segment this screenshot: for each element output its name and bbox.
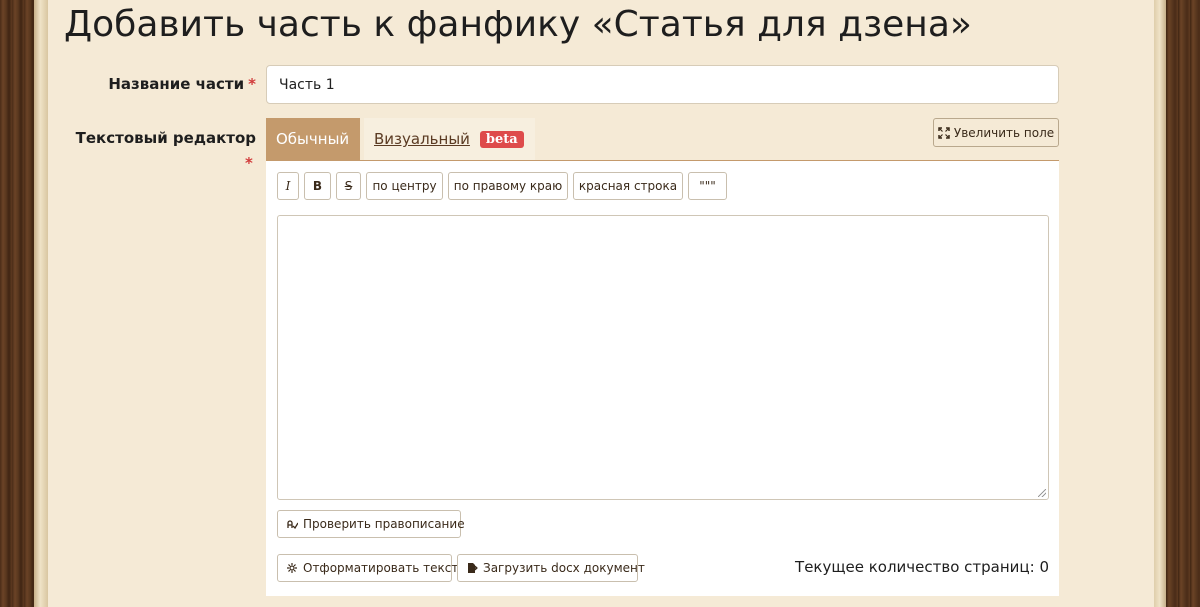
right-align-button[interactable]: по правому краю — [448, 172, 568, 200]
bold-button[interactable]: B — [304, 172, 331, 200]
format-text-label: Отформатировать текст — [303, 561, 459, 575]
quote-button[interactable]: """ — [688, 172, 727, 200]
file-upload-icon — [466, 562, 478, 574]
upload-docx-button[interactable]: Загрузить docx документ — [457, 554, 645, 582]
format-icon — [286, 562, 298, 574]
page-content: Добавить часть к фанфику «Статья для дзе… — [48, 0, 1154, 607]
text-editor-area[interactable] — [277, 215, 1049, 500]
left-frame-edge — [34, 0, 48, 607]
expand-field-button[interactable]: Увеличить поле — [933, 118, 1059, 147]
page-count: Текущее количество страниц: 0 — [795, 558, 1049, 576]
upload-docx-label: Загрузить docx документ — [483, 561, 645, 575]
editor-label: Текстовый редактор — [75, 129, 256, 147]
spellcheck-button[interactable]: Проверить правописание — [277, 510, 465, 538]
part-name-input[interactable] — [266, 65, 1059, 104]
italic-button[interactable]: I — [277, 172, 299, 200]
editor-required-mark: * — [245, 154, 253, 172]
tab-plain-editor[interactable]: Обычный — [266, 118, 360, 160]
beta-badge: beta — [479, 130, 524, 148]
expand-field-label: Увеличить поле — [953, 125, 1055, 140]
center-align-button[interactable]: по центру — [366, 172, 443, 200]
spellcheck-icon — [286, 518, 298, 530]
tab-visual-editor[interactable]: Визуальный beta — [364, 118, 535, 160]
page-title: Добавить часть к фанфику «Статья для дзе… — [64, 4, 972, 45]
resize-handle[interactable] — [1038, 489, 1046, 497]
part-name-label: Название части * — [108, 75, 256, 93]
editor-panel: I B S по центру по правому краю красная … — [266, 161, 1059, 596]
required-mark: * — [248, 75, 256, 93]
spellcheck-label: Проверить правописание — [303, 517, 465, 531]
expand-icon — [938, 126, 950, 139]
page-count-label: Текущее количество страниц: — [795, 558, 1035, 576]
part-name-label-text: Название части — [108, 75, 245, 93]
tab-visual-label: Визуальный — [374, 130, 470, 148]
indent-button[interactable]: красная строка — [573, 172, 683, 200]
right-frame-edge — [1152, 0, 1166, 607]
tab-plain-label: Обычный — [276, 130, 350, 148]
format-text-button[interactable]: Отформатировать текст — [277, 554, 458, 582]
strike-button[interactable]: S — [336, 172, 361, 200]
page-count-value: 0 — [1039, 558, 1049, 576]
